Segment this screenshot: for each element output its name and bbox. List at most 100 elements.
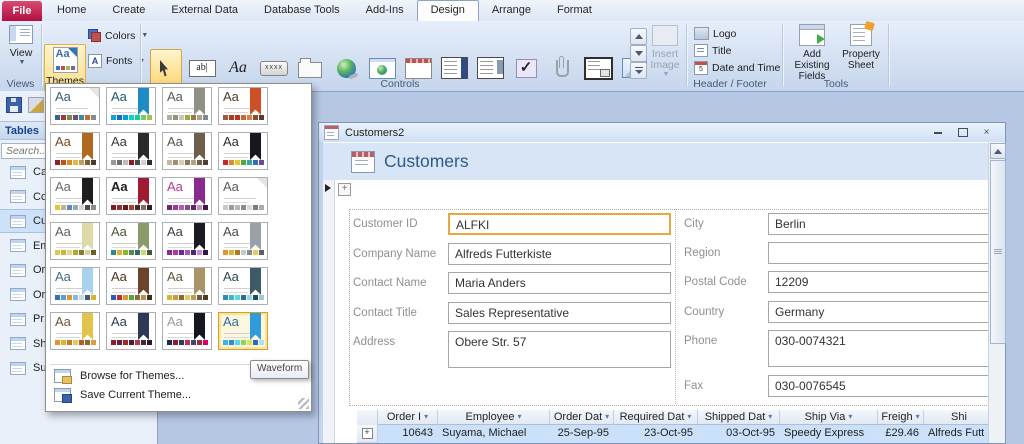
theme-thumbnail-14[interactable]: Aa bbox=[106, 222, 156, 260]
theme-thumbnail-19[interactable]: Aa bbox=[162, 267, 212, 305]
field-input-contact-name[interactable]: Maria Anders bbox=[448, 272, 671, 294]
text-box-icon[interactable]: ab| bbox=[186, 49, 218, 87]
theme-thumbnail-8[interactable]: Aa bbox=[218, 132, 268, 170]
theme-thumbnail-18[interactable]: Aa bbox=[106, 267, 156, 305]
resize-grip[interactable] bbox=[298, 398, 309, 409]
title-button[interactable]: Title bbox=[694, 44, 731, 57]
property-sheet-button[interactable]: Property Sheet bbox=[840, 24, 882, 71]
theme-thumbnail-6[interactable]: Aa bbox=[106, 132, 156, 170]
tab-external-data[interactable]: External Data bbox=[158, 0, 251, 21]
tab-add-ins[interactable]: Add-Ins bbox=[353, 0, 417, 21]
controls-scroll-down-button[interactable] bbox=[630, 45, 647, 62]
sort-dropdown-icon[interactable]: ▾ bbox=[605, 410, 609, 424]
sort-dropdown-icon[interactable]: ▾ bbox=[768, 410, 772, 424]
insert-image-button[interactable]: Insert Image ▼ bbox=[648, 25, 682, 78]
tab-design[interactable]: Design bbox=[417, 0, 479, 21]
theme-thumbnail-3[interactable]: Aa bbox=[162, 87, 212, 125]
subform-icon[interactable] bbox=[582, 49, 614, 87]
save-current-theme-item[interactable]: Save Current Theme... bbox=[46, 386, 312, 404]
cell-order-dat[interactable]: 25-Sep-95 bbox=[550, 425, 614, 443]
field-input-phone[interactable]: 030-0074321 bbox=[768, 330, 990, 367]
select-icon[interactable] bbox=[150, 49, 182, 87]
column-header-freigh[interactable]: Freigh▾ bbox=[878, 410, 924, 425]
theme-thumbnail-11[interactable]: Aa bbox=[162, 177, 212, 215]
field-input-country[interactable]: Germany bbox=[768, 301, 990, 323]
cell-order-i[interactable]: 10643 bbox=[378, 425, 438, 443]
theme-thumbnail-24[interactable]: Aa bbox=[218, 312, 268, 350]
close-button[interactable]: × bbox=[978, 126, 995, 139]
form-header[interactable]: Customers bbox=[323, 143, 1001, 180]
theme-thumbnail-16[interactable]: Aa bbox=[218, 222, 268, 260]
datasheet-row-1[interactable]: +10643Suyama, Michael25-Sep-9523-Oct-950… bbox=[357, 425, 995, 443]
tab-file[interactable]: File bbox=[2, 1, 42, 21]
theme-thumbnail-10[interactable]: Aa bbox=[106, 177, 156, 215]
column-header-employee[interactable]: Employee▾ bbox=[438, 410, 550, 425]
theme-thumbnail-22[interactable]: Aa bbox=[106, 312, 156, 350]
expand-row-button[interactable]: + bbox=[362, 428, 373, 439]
logo-button[interactable]: Logo bbox=[694, 27, 736, 40]
column-header-required-dat[interactable]: Required Dat▾ bbox=[614, 410, 698, 425]
tab-arrange[interactable]: Arrange bbox=[479, 0, 544, 21]
scrollbar-thumb[interactable] bbox=[990, 160, 1006, 344]
sort-dropdown-icon[interactable]: ▾ bbox=[517, 410, 521, 424]
column-header-ship-via[interactable]: Ship Via▾ bbox=[780, 410, 878, 425]
layout-move-handle[interactable]: + bbox=[338, 183, 351, 196]
theme-thumbnail-7[interactable]: Aa bbox=[162, 132, 212, 170]
field-input-contact-title[interactable]: Sales Representative bbox=[448, 302, 671, 324]
theme-thumbnail-15[interactable]: Aa bbox=[162, 222, 212, 260]
view-button[interactable]: View ▼ bbox=[4, 25, 38, 66]
tab-format[interactable]: Format bbox=[544, 0, 605, 21]
theme-thumbnail-2[interactable]: Aa bbox=[106, 87, 156, 125]
restore-button[interactable] bbox=[954, 126, 971, 139]
sort-dropdown-icon[interactable]: ▾ bbox=[848, 410, 852, 424]
date-and-time-button[interactable]: 5 Date and Time bbox=[694, 61, 780, 75]
controls-more-button[interactable] bbox=[630, 62, 647, 79]
theme-thumbnail-20[interactable]: Aa bbox=[218, 267, 268, 305]
theme-thumbnail-13[interactable]: Aa bbox=[50, 222, 100, 260]
theme-thumbnail-12[interactable]: Aa bbox=[218, 177, 268, 215]
label-icon[interactable]: Aa bbox=[222, 49, 254, 87]
column-header-shipped-dat[interactable]: Shipped Dat▾ bbox=[698, 410, 780, 425]
controls-scroll-up-button[interactable] bbox=[630, 28, 647, 45]
form-vertical-scrollbar[interactable] bbox=[988, 142, 1005, 443]
cell-required-dat[interactable]: 23-Oct-95 bbox=[614, 425, 698, 443]
column-header-order-i[interactable]: Order I▾ bbox=[378, 410, 438, 425]
cell-freigh[interactable]: £29.46 bbox=[878, 425, 924, 443]
theme-thumbnail-9[interactable]: Aa bbox=[50, 177, 100, 215]
format-painter-icon[interactable] bbox=[28, 97, 44, 113]
sort-dropdown-icon[interactable]: ▾ bbox=[916, 410, 920, 424]
check-box-icon[interactable]: ✓ bbox=[510, 49, 542, 87]
field-input-city[interactable]: Berlin bbox=[768, 213, 990, 235]
theme-thumbnail-17[interactable]: Aa bbox=[50, 267, 100, 305]
theme-thumbnail-21[interactable]: Aa bbox=[50, 312, 100, 350]
sort-dropdown-icon[interactable]: ▾ bbox=[424, 410, 428, 424]
sort-dropdown-icon[interactable]: ▾ bbox=[687, 410, 691, 424]
cell-employee[interactable]: Suyama, Michael bbox=[438, 425, 550, 443]
field-input-fax[interactable]: 030-0076545 bbox=[768, 375, 990, 397]
minimize-button[interactable] bbox=[929, 126, 946, 139]
field-input-customer-id[interactable]: ALFKI bbox=[448, 213, 671, 235]
attachment-icon[interactable] bbox=[546, 49, 578, 87]
save-icon[interactable] bbox=[6, 97, 22, 113]
column-header-shi[interactable]: Shi bbox=[924, 410, 995, 425]
field-input-postal-code[interactable]: 12209 bbox=[768, 271, 990, 293]
theme-thumbnail-1[interactable]: Aa bbox=[50, 87, 100, 125]
theme-thumbnail-5[interactable]: Aa bbox=[50, 132, 100, 170]
field-input-address[interactable]: Obere Str. 57 bbox=[448, 331, 671, 368]
tab-create[interactable]: Create bbox=[99, 0, 158, 21]
tab-home[interactable]: Home bbox=[44, 0, 99, 21]
fonts-button[interactable]: A Fonts ▼ bbox=[88, 54, 145, 68]
theme-thumbnail-23[interactable]: Aa bbox=[162, 312, 212, 350]
cell-ship-via[interactable]: Speedy Express bbox=[780, 425, 878, 443]
record-selector-bar[interactable] bbox=[323, 180, 335, 443]
theme-thumbnail-4[interactable]: Aa bbox=[218, 87, 268, 125]
tab-database-tools[interactable]: Database Tools bbox=[251, 0, 353, 21]
field-input-region[interactable] bbox=[768, 242, 990, 264]
add-existing-fields-button[interactable]: Add Existing Fields bbox=[788, 24, 836, 82]
scroll-up-button[interactable] bbox=[990, 143, 1006, 159]
cell-shipped-dat[interactable]: 03-Oct-95 bbox=[698, 425, 780, 443]
column-header-order-dat[interactable]: Order Dat▾ bbox=[550, 410, 614, 425]
field-input-company-name[interactable]: Alfreds Futterkiste bbox=[448, 243, 671, 265]
window-title-bar[interactable]: Customers2 bbox=[319, 123, 1005, 142]
button-icon[interactable]: xxxx bbox=[258, 49, 290, 87]
